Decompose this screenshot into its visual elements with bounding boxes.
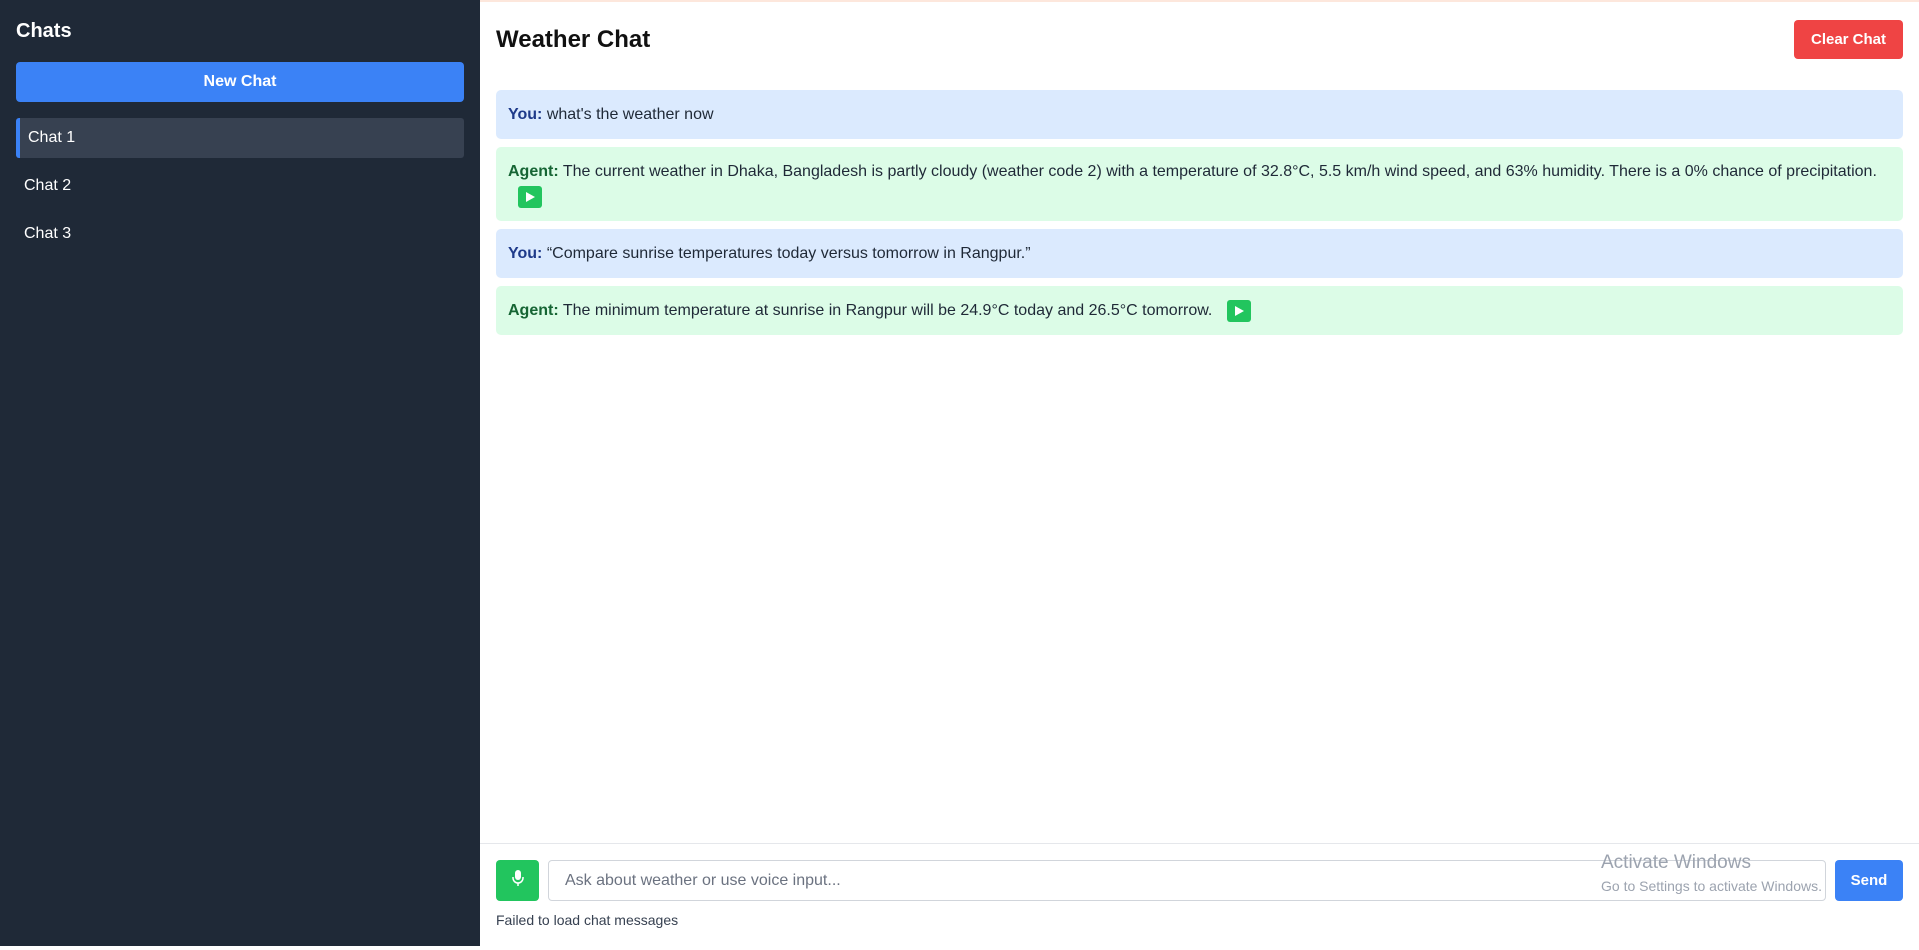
message-text: The minimum temperature at sunrise in Ra…: [562, 302, 1213, 319]
play-icon[interactable]: [1226, 299, 1251, 322]
message-text: “Compare sunrise temperatures today vers…: [546, 245, 1031, 262]
user-message: You: what's the weather now: [496, 90, 1903, 139]
message-speaker: You:: [508, 245, 543, 262]
new-chat-button[interactable]: New Chat: [16, 62, 464, 102]
sidebar-item-label: Chat 1: [28, 129, 76, 146]
message-text: what's the weather now: [546, 106, 714, 123]
play-icon[interactable]: [518, 185, 542, 208]
microphone-icon: [511, 869, 525, 892]
chat-list: Chat 1 Chat 2 Chat 3: [16, 118, 464, 262]
message-input[interactable]: [548, 860, 1826, 901]
sidebar-item-label: Chat 3: [24, 225, 72, 242]
sidebar-item-chat-3[interactable]: Chat 3: [16, 214, 464, 254]
app-window: Chats New Chat Chat 1 Chat 2 Chat 3 Weat…: [0, 0, 1919, 946]
status-message: Failed to load chat messages: [496, 912, 679, 928]
sidebar-title: Chats: [16, 20, 72, 42]
message-speaker: Agent:: [508, 163, 559, 180]
sidebar: Chats New Chat Chat 1 Chat 2 Chat 3: [0, 0, 480, 946]
agent-message: Agent: The current weather in Dhaka, Ban…: [496, 147, 1903, 221]
composer: Activate Windows Go to Settings to activ…: [480, 843, 1919, 946]
sidebar-item-chat-1[interactable]: Chat 1: [16, 118, 464, 158]
clear-chat-button[interactable]: Clear Chat: [1794, 20, 1903, 59]
microphone-button[interactable]: [496, 860, 539, 901]
page-title: Weather Chat: [496, 26, 651, 53]
message-text: The current weather in Dhaka, Bangladesh…: [562, 163, 1877, 180]
sidebar-item-label: Chat 2: [24, 177, 72, 194]
chat-main: Weather Chat Clear Chat You: what's the …: [480, 0, 1919, 946]
message-speaker: You:: [508, 106, 543, 123]
message-speaker: Agent:: [508, 302, 559, 319]
agent-message: Agent: The minimum temperature at sunris…: [496, 286, 1903, 335]
message-list: You: what's the weather now Agent: The c…: [496, 90, 1903, 343]
send-button[interactable]: Send: [1835, 860, 1903, 901]
sidebar-item-chat-2[interactable]: Chat 2: [16, 166, 464, 206]
user-message: You: “Compare sunrise temperatures today…: [496, 229, 1903, 278]
